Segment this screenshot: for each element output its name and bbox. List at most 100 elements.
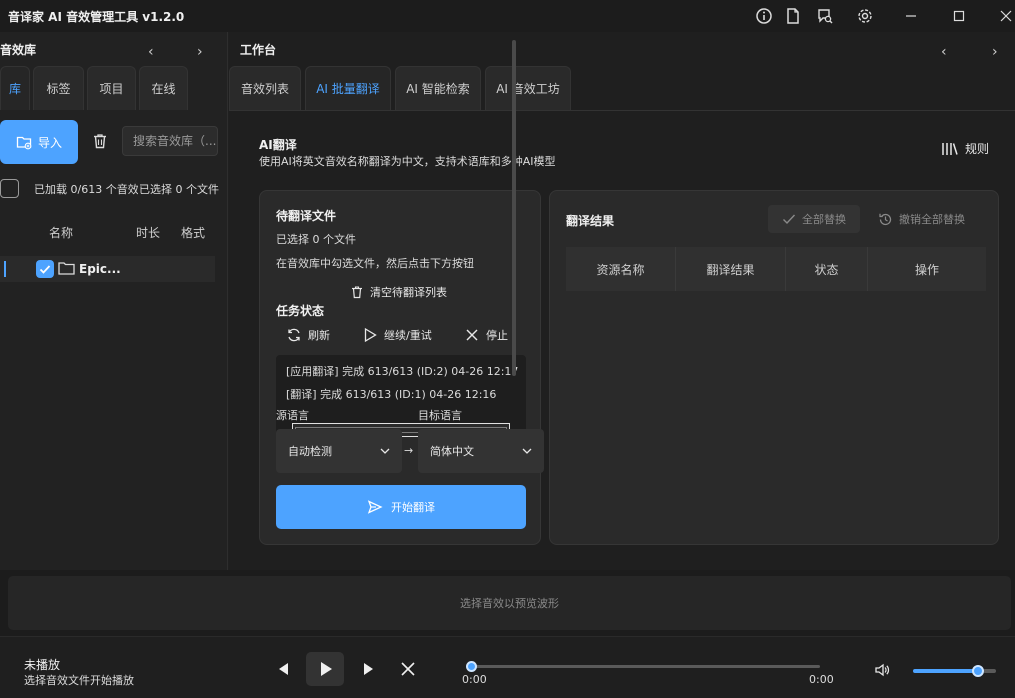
info-icon[interactable] <box>755 7 773 25</box>
results-table-header: 资源名称 翻译结果 状态 操作 <box>566 247 986 291</box>
search-input[interactable]: 搜索音效库（... <box>122 126 218 156</box>
arrow-right-icon: → <box>404 444 414 457</box>
check-icon <box>782 213 796 225</box>
pending-hint: 在音效库中勾选文件，然后点击下方按钮 <box>276 257 474 270</box>
undo-all-label: 撤销全部替换 <box>899 213 965 226</box>
waveform-placeholder: 选择音效以预览波形 <box>460 597 559 610</box>
volume-slider-remaining <box>983 669 996 673</box>
column-actions[interactable]: 操作 <box>868 247 986 291</box>
scrollbar[interactable] <box>512 40 516 376</box>
tab-tags[interactable]: 标签 <box>33 66 84 110</box>
refresh-icon <box>286 327 302 343</box>
library-panel: 音效库 ‹ › 库 标签 项目 在线 导入 搜索音效库（... 已加载 0/61… <box>0 32 228 570</box>
target-language-select[interactable]: 简体中文 <box>418 429 544 473</box>
total-time: 0:00 <box>809 673 834 686</box>
clear-pending-label: 清空待翻译列表 <box>370 286 447 299</box>
tab-effects-list[interactable]: 音效列表 <box>229 66 301 110</box>
column-format[interactable]: 格式 <box>181 224 205 241</box>
trash-icon[interactable] <box>91 132 109 150</box>
workspace-title: 工作台 <box>240 43 277 57</box>
app-title: 音译家 AI 音效管理工具 v1.2.0 <box>8 10 185 24</box>
source-language-select[interactable]: 自动检测 <box>276 429 402 473</box>
title-bar: 音译家 AI 音效管理工具 v1.2.0 <box>0 0 1015 32</box>
x-icon <box>464 327 480 343</box>
resume-retry-button[interactable]: 继续/重试 <box>362 327 432 343</box>
rules-label: 规则 <box>965 142 990 156</box>
maximize-icon[interactable] <box>950 7 968 25</box>
player-bar: 未播放 选择音效文件开始播放 0:00 0:00 <box>0 636 1015 698</box>
chevron-right-icon[interactable]: › <box>992 44 998 60</box>
chat-search-icon[interactable] <box>816 7 834 25</box>
refresh-button[interactable]: 刷新 <box>286 327 330 343</box>
current-time: 0:00 <box>462 673 487 686</box>
start-translation-label: 开始翻译 <box>391 501 435 514</box>
tab-library[interactable]: 库 <box>0 66 30 110</box>
start-translation-button[interactable]: 开始翻译 <box>276 485 526 529</box>
log-entry: [应用翻译] 完成 613/613 (ID:2) 04-26 12:17 <box>286 365 519 378</box>
clear-pending-button[interactable]: 清空待翻译列表 <box>350 284 447 300</box>
pending-selected: 已选择 0 个文件 <box>276 233 356 246</box>
import-button[interactable]: 导入 <box>0 120 78 164</box>
close-icon[interactable] <box>997 7 1015 25</box>
stop-label: 停止 <box>486 329 508 342</box>
progress-slider[interactable] <box>470 665 820 668</box>
tab-ai-batch-translate[interactable]: AI 批量翻译 <box>305 66 391 110</box>
row-name: Epic... <box>79 262 121 276</box>
next-icon[interactable] <box>362 661 376 677</box>
replace-all-label: 全部替换 <box>802 213 846 226</box>
pending-title: 待翻译文件 <box>276 209 337 223</box>
row-selected-marker <box>4 261 6 277</box>
stop-playback-icon[interactable] <box>400 661 416 677</box>
stop-button[interactable]: 停止 <box>464 327 508 343</box>
column-resource-name[interactable]: 资源名称 <box>566 247 676 291</box>
play-outline-icon <box>362 327 378 343</box>
play-button[interactable] <box>306 652 344 686</box>
column-status[interactable]: 状态 <box>786 247 868 291</box>
target-language-label: 目标语言 <box>418 409 462 422</box>
history-icon <box>878 212 893 227</box>
send-icon <box>367 499 383 515</box>
undo-all-replace-button[interactable]: 撤销全部替换 <box>878 205 965 233</box>
column-name[interactable]: 名称 <box>49 224 73 241</box>
replace-all-button[interactable]: 全部替换 <box>768 205 860 233</box>
tab-divider <box>229 110 1015 111</box>
minimize-icon[interactable] <box>902 7 920 25</box>
waveform-preview[interactable]: 选择音效以预览波形 <box>8 576 1011 630</box>
tab-ai-smart-search[interactable]: AI 智能检索 <box>395 66 481 110</box>
folder-add-icon <box>16 134 32 150</box>
column-translation-result[interactable]: 翻译结果 <box>676 247 786 291</box>
chevron-left-icon[interactable]: ‹ <box>941 44 947 60</box>
tab-projects[interactable]: 项目 <box>87 66 136 110</box>
select-all-checkbox[interactable] <box>0 179 19 198</box>
list-item[interactable]: Epic... <box>0 256 215 282</box>
results-title: 翻译结果 <box>566 214 615 228</box>
chevron-down-icon <box>522 448 532 454</box>
results-card: 翻译结果 全部替换 撤销全部替换 资源名称 翻译结果 状态 操作 <box>549 190 999 545</box>
row-checkbox[interactable] <box>36 260 54 278</box>
trash-icon <box>350 285 364 299</box>
waveform-panel: 选择音效以预览波形 <box>0 570 1015 636</box>
previous-icon[interactable] <box>276 661 290 677</box>
progress-handle[interactable] <box>466 661 477 672</box>
chevron-left-icon[interactable]: ‹ <box>148 44 154 60</box>
tab-ai-effects-workshop[interactable]: AI 音效工坊 <box>485 66 571 110</box>
gear-icon[interactable] <box>856 7 874 25</box>
rules-button[interactable]: 规则 <box>941 140 989 157</box>
chevron-right-icon[interactable]: › <box>197 44 203 60</box>
selected-count: 已选择 0 个文件 <box>139 183 219 196</box>
import-label: 导入 <box>37 135 62 150</box>
column-duration[interactable]: 时长 <box>136 224 160 241</box>
now-playing-title: 未播放 <box>24 658 61 672</box>
target-language-value: 简体中文 <box>430 445 474 458</box>
books-icon <box>941 141 959 157</box>
log-entry: [翻译] 完成 613/613 (ID:1) 04-26 12:16 <box>286 388 497 401</box>
volume-icon[interactable] <box>874 662 890 678</box>
source-language-value: 自动检测 <box>288 445 332 458</box>
volume-handle[interactable] <box>972 665 984 677</box>
section-title: AI翻译 <box>259 138 297 152</box>
task-title: 任务状态 <box>276 304 325 318</box>
tab-online[interactable]: 在线 <box>139 66 188 110</box>
play-icon <box>319 661 333 677</box>
document-icon[interactable] <box>784 7 802 25</box>
refresh-label: 刷新 <box>308 329 330 342</box>
